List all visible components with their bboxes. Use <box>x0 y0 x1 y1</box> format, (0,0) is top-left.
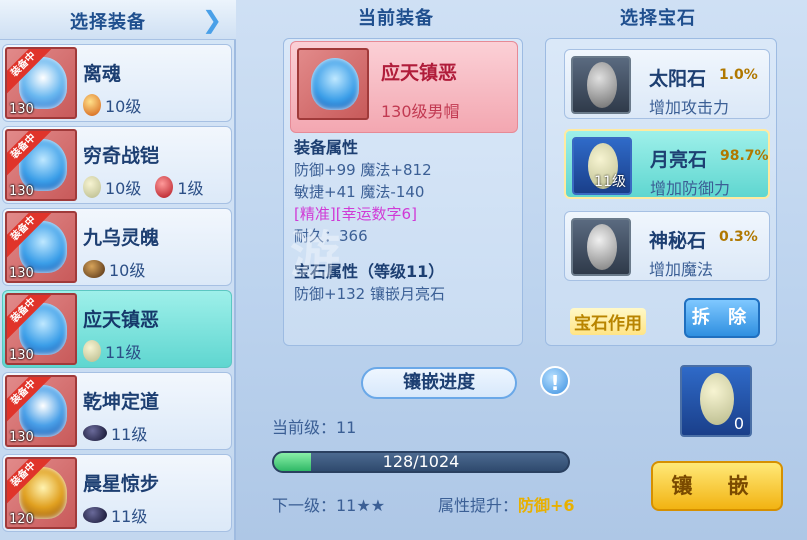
equipment-item[interactable]: 装备中 120 晨星惊步 11级 <box>2 454 232 532</box>
equipment-thumbnail: 装备中 130 <box>5 129 77 201</box>
gem-level: 10级 <box>105 97 142 116</box>
equipment-level: 120 <box>9 512 34 527</box>
gem-icon <box>83 176 101 198</box>
gem-level: 10级 <box>105 179 142 198</box>
gem-slot[interactable]: 0 <box>680 365 752 437</box>
current-equipment-type: 130级男帽 <box>381 102 460 121</box>
stone-percent: 1.0% <box>719 67 758 83</box>
equipment-name: 穷奇战铠 <box>83 145 160 167</box>
current-equipment-card: 应天镇恶 130级男帽 <box>290 41 518 133</box>
equipment-thumbnail: 装备中 130 <box>5 211 77 283</box>
remove-button[interactable]: 拆 除 <box>684 298 760 338</box>
equipment-thumbnail: 装备中 120 <box>5 457 77 529</box>
moon-stone-icon: 11级 <box>572 137 632 195</box>
gem-icon <box>83 507 107 523</box>
stone-desc: 增加魔法 <box>649 260 714 279</box>
progress-text: 128/1024 <box>382 452 460 471</box>
mystic-stone-icon <box>571 218 631 276</box>
stone-percent: 98.7% <box>720 148 769 164</box>
current-level: 当前级：11 <box>272 418 357 437</box>
equipment-level: 130 <box>9 348 34 363</box>
gem-level: 11级 <box>111 425 148 444</box>
equipment-thumbnail: 装备中 130 <box>5 293 77 365</box>
attribute-boost-value: 防御+6 <box>518 496 575 515</box>
equipment-list-panel: 选择装备 ❯ 装备中 130 离魂 10级 装备中 130 穷奇战铠 10级 1级 装… <box>0 0 236 540</box>
gem-select-header: 选择宝石 <box>620 8 696 29</box>
attr-header: 装备属性 <box>294 138 359 157</box>
equipment-thumbnail <box>297 48 369 120</box>
equipment-name: 离魂 <box>83 63 122 85</box>
current-equipment-panel: 应天镇恶 130级男帽 装备属性 防御+99 魔法+812 敏捷+41 魔法-1… <box>283 38 523 346</box>
gem-level: 1级 <box>177 179 204 198</box>
equipment-list-title: 选择装备 <box>70 12 146 33</box>
stone-option[interactable]: 太阳石 1.0% 增加攻击力 <box>564 49 770 119</box>
equipment-name: 乾坤定道 <box>83 391 160 413</box>
equipment-item[interactable]: 装备中 130 离魂 10级 <box>2 44 232 122</box>
stone-desc: 增加防御力 <box>650 179 731 198</box>
chevron-right-icon[interactable]: ❯ <box>202 6 226 34</box>
stone-option-selected[interactable]: 11级 月亮石 98.7% 增加防御力 <box>564 129 770 199</box>
inlay-button[interactable]: 镶 嵌 <box>651 461 783 511</box>
equipment-list-header: 选择装备 ❯ <box>0 0 236 40</box>
stone-option[interactable]: 神秘石 0.3% 增加魔法 <box>564 211 770 281</box>
equipment-item[interactable]: 装备中 130 九乌灵魄 10级 <box>2 208 232 286</box>
inlay-progress-title: 镶嵌进度 <box>361 367 517 399</box>
progress-bar: 128/1024 <box>272 451 570 473</box>
attr-line: 敏捷+41 魔法-140 <box>294 183 425 201</box>
watermark: 游 <box>290 226 346 284</box>
gem-select-panel: 太阳石 1.0% 增加攻击力 11级 月亮石 98.7% 增加防御力 神秘石 0… <box>545 38 777 346</box>
equipment-level: 130 <box>9 102 34 117</box>
sun-stone-icon <box>571 56 631 114</box>
equipment-item-selected[interactable]: 装备中 130 应天镇恶 11级 <box>2 290 232 368</box>
equipment-item[interactable]: 装备中 130 穷奇战铠 10级 1级 <box>2 126 232 204</box>
equipment-level: 130 <box>9 266 34 281</box>
equipment-name: 应天镇恶 <box>83 309 160 331</box>
stone-desc: 增加攻击力 <box>649 98 730 117</box>
gem-level: 11级 <box>111 507 148 526</box>
stone-level: 11级 <box>594 174 626 190</box>
gem-icon <box>155 176 174 198</box>
gem-icon <box>83 340 101 362</box>
gem-icon <box>83 425 107 441</box>
stone-percent: 0.3% <box>719 229 758 245</box>
gem-slot-count: 0 <box>733 414 744 433</box>
gem-effect-button[interactable]: 宝石作用 <box>570 308 646 335</box>
gem-icon <box>83 94 101 116</box>
gem-level: 11级 <box>105 343 142 362</box>
stone-name: 太阳石 <box>649 68 707 90</box>
equipment-level: 130 <box>9 184 34 199</box>
current-equipment-name: 应天镇恶 <box>381 62 458 84</box>
help-icon[interactable]: ! <box>540 366 570 396</box>
equipment-name: 九乌灵魄 <box>83 227 160 249</box>
stone-name: 神秘石 <box>649 230 707 252</box>
equipment-thumbnail: 装备中 130 <box>5 47 77 119</box>
current-equipment-header: 当前装备 <box>358 8 434 29</box>
equipment-level: 130 <box>9 430 34 445</box>
equipment-thumbnail: 装备中 130 <box>5 375 77 447</box>
attr-line: 防御+99 魔法+812 <box>294 161 432 179</box>
attribute-boost: 属性提升：防御+6 <box>438 496 575 515</box>
equipment-name: 晨星惊步 <box>83 473 160 495</box>
gem-icon <box>83 260 105 278</box>
moon-stone-icon <box>700 373 734 425</box>
equipment-item[interactable]: 装备中 130 乾坤定道 11级 <box>2 372 232 450</box>
next-level: 下一级：11★★ <box>272 496 386 515</box>
gem-level: 10级 <box>109 261 146 280</box>
stone-name: 月亮石 <box>650 149 708 171</box>
